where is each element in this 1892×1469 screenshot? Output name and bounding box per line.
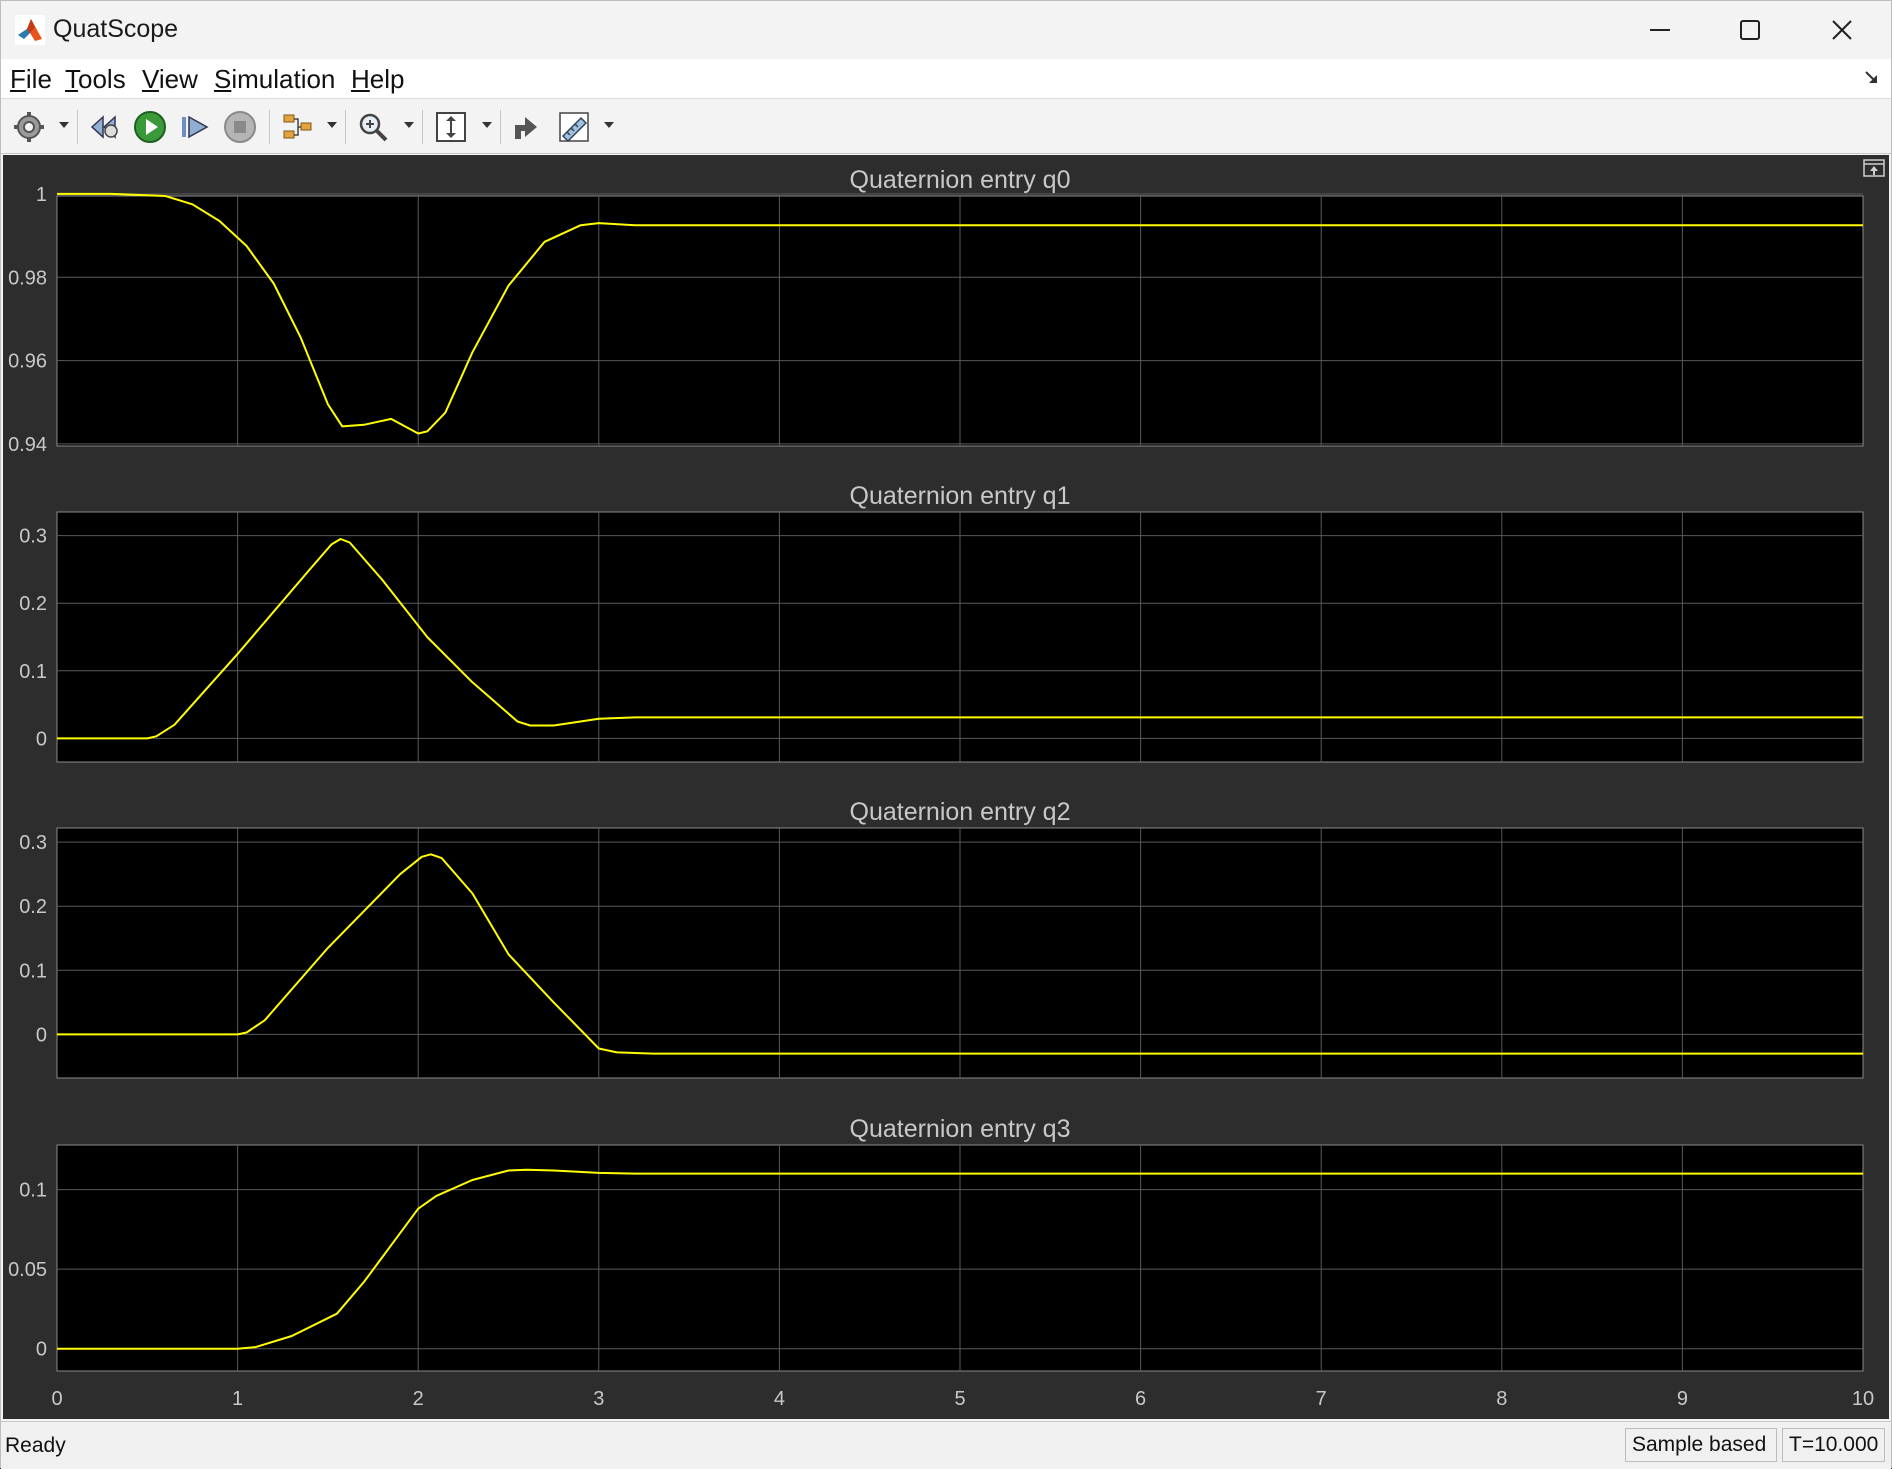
- scope-window: QuatScope File Tools View Simulation Hel…: [0, 0, 1892, 1469]
- status-bar: Ready Sample based T=10.000: [1, 1421, 1891, 1469]
- plot-3-xtick-label: 3: [593, 1388, 604, 1410]
- scope-plot-area: 0.94 0.96 0.98 1 Quaternion entry q0 0 0.1 0.2 0…: [3, 155, 1889, 1419]
- plot-3-xtick-label: 0: [51, 1388, 62, 1410]
- menu-simulation[interactable]: Simulation: [214, 64, 335, 95]
- sample-mode-indicator: Sample based: [1625, 1428, 1777, 1462]
- plot-3-ytick-label: 0: [36, 1339, 47, 1361]
- maximize-button[interactable]: [1705, 1, 1795, 59]
- plot-3-xtick-label: 8: [1496, 1388, 1507, 1410]
- plot-3-xtick-label: 4: [774, 1388, 785, 1410]
- menu-file-accel: F: [10, 64, 26, 94]
- status-text: Ready: [5, 1434, 66, 1457]
- plot-3-xtick-label: 5: [954, 1388, 965, 1410]
- toolbar-separator: [269, 110, 270, 144]
- measurements-icon: [559, 112, 589, 143]
- plot-1-title: Quaternion entry q1: [850, 482, 1071, 510]
- plot-1-ytick-label: 0.3: [19, 526, 47, 548]
- plot-0-title: Quaternion entry q0: [850, 166, 1071, 194]
- stop-icon: [224, 111, 256, 143]
- menu-bar: File Tools View Simulation Help: [1, 59, 1891, 99]
- plot-3-ytick-label: 0.1: [19, 1180, 47, 1202]
- maximize-icon: [1740, 20, 1760, 40]
- menu-help[interactable]: Help: [351, 64, 404, 95]
- plot-3-ytick-label: 0.05: [8, 1259, 47, 1281]
- menu-help-label: elp: [369, 64, 405, 94]
- plot-1-ytick-label: 0: [36, 728, 47, 750]
- plot-3-xtick-label: 9: [1677, 1388, 1688, 1410]
- menu-view[interactable]: View: [142, 64, 198, 95]
- settings-icon: [14, 112, 44, 142]
- zoom-icon: [359, 113, 388, 142]
- undock-icon[interactable]: [1863, 159, 1885, 177]
- run-icon: [134, 111, 166, 143]
- close-button[interactable]: [1797, 1, 1887, 59]
- plot-0-ytick-label: 0.96: [8, 351, 47, 373]
- scope-charts: 0.94 0.96 0.98 1 Quaternion entry q0 0 0.1 0.2 0…: [8, 166, 1874, 1410]
- menu-view-label: iew: [158, 64, 198, 94]
- scale-axes-icon: [436, 112, 466, 142]
- menu-simulation-accel: S: [214, 64, 232, 94]
- plot-2-ytick-label: 0.2: [19, 896, 47, 918]
- step-back-button[interactable]: [89, 108, 121, 146]
- toolbar-separator: [345, 110, 346, 144]
- toolbar-separator: [77, 110, 78, 144]
- plot-3-xtick-label: 2: [413, 1388, 424, 1410]
- simulation-time-indicator: T=10.000: [1782, 1428, 1885, 1462]
- menu-help-accel: H: [351, 64, 370, 94]
- scale-axes-button[interactable]: [434, 108, 468, 146]
- plot-3-xtick-label: 10: [1852, 1388, 1874, 1410]
- signal-select-button[interactable]: [281, 108, 315, 146]
- plot-2-ytick-label: 0.3: [19, 832, 47, 854]
- window-title: QuatScope: [53, 15, 179, 43]
- menu-tools-accel: T: [65, 64, 78, 94]
- step-back-icon: [90, 115, 118, 139]
- menu-tools[interactable]: Tools: [65, 64, 126, 95]
- toolbar: [1, 100, 1891, 154]
- plot-2-title: Quaternion entry q2: [850, 798, 1071, 826]
- scale-axes-dropdown-icon[interactable]: [482, 122, 492, 128]
- plot-1-ytick-label: 0.1: [19, 661, 47, 683]
- plot-3-xtick-label: 6: [1135, 1388, 1146, 1410]
- run-button[interactable]: [133, 108, 167, 146]
- menu-tools-label: ools: [78, 64, 126, 94]
- step-forward-button[interactable]: [179, 108, 211, 146]
- menu-simulation-label: imulation: [231, 64, 336, 94]
- settings-dropdown-icon[interactable]: [59, 122, 69, 128]
- measurements-dropdown-icon[interactable]: [604, 122, 614, 128]
- plot-2-ytick-label: 0.1: [19, 960, 47, 982]
- menu-view-accel: V: [142, 64, 159, 94]
- minimize-button[interactable]: [1615, 1, 1705, 59]
- highlight-icon: [515, 117, 537, 139]
- matlab-logo-icon: [15, 15, 45, 45]
- plot-3-title: Quaternion entry q3: [850, 1115, 1071, 1143]
- signal-select-dropdown-icon[interactable]: [327, 122, 337, 128]
- plot-0-ytick-label: 0.94: [8, 434, 47, 456]
- measurements-button[interactable]: [557, 108, 591, 146]
- title-bar[interactable]: QuatScope: [1, 1, 1891, 59]
- toolbar-separator: [500, 110, 501, 144]
- plot-0-ytick-label: 0.98: [8, 267, 47, 289]
- menu-file-label: ile: [25, 64, 52, 94]
- highlight-simulink-button[interactable]: [511, 108, 543, 146]
- toolbar-separator: [422, 110, 423, 144]
- minimize-icon: [1650, 29, 1670, 31]
- signal-select-icon: [283, 114, 312, 139]
- settings-button[interactable]: [13, 108, 45, 146]
- plot-3-xtick-label: 1: [232, 1388, 243, 1410]
- plot-0-ytick-label: 1: [36, 184, 47, 206]
- plot-3-xtick-label: 7: [1316, 1388, 1327, 1410]
- dock-arrow-icon[interactable]: [1863, 69, 1881, 87]
- plot-1-ytick-label: 0.2: [19, 593, 47, 615]
- step-forward-icon: [182, 115, 209, 139]
- menu-file[interactable]: File: [10, 64, 52, 95]
- zoom-dropdown-icon[interactable]: [404, 122, 414, 128]
- stop-button[interactable]: [223, 108, 257, 146]
- close-icon: [1832, 20, 1852, 40]
- plot-2-ytick-label: 0: [36, 1024, 47, 1046]
- zoom-button[interactable]: [357, 108, 391, 146]
